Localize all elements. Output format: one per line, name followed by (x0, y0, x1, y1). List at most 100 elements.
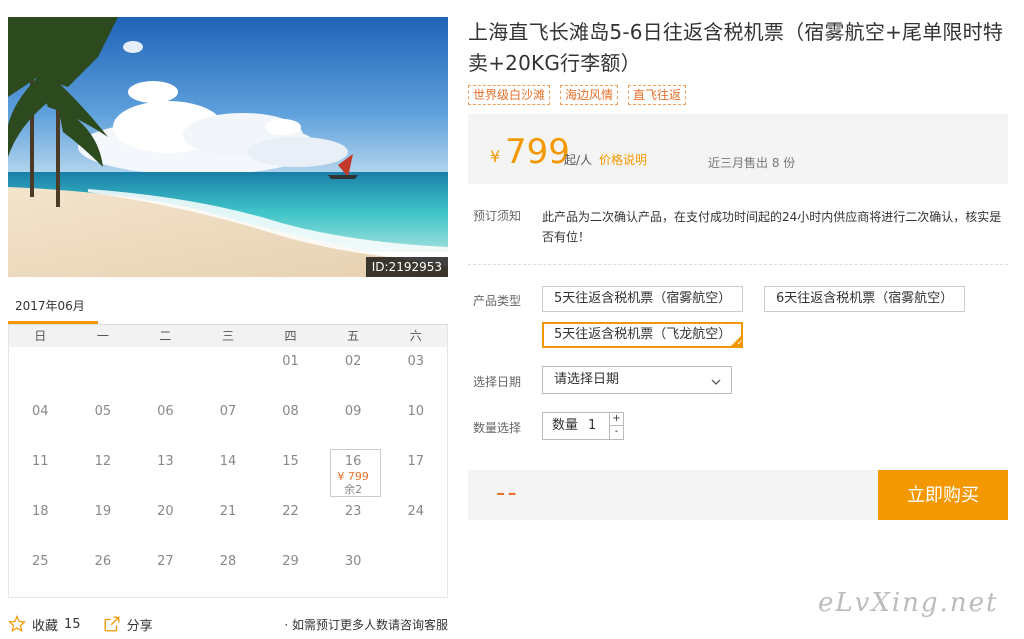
day-number: 29 (282, 554, 299, 569)
calendar-header: 2017年06月 (8, 295, 448, 325)
day-number: 11 (32, 454, 49, 469)
day-number: 13 (157, 454, 174, 469)
calendar-day[interactable]: 26 (72, 547, 135, 597)
right-column: 上海直飞长滩岛5-6日往返含税机票（宿雾航空+尾单限时特卖+20KG行李额） 世… (468, 17, 1008, 520)
calendar-day[interactable]: 18 (9, 497, 72, 547)
calendar-day[interactable]: 10 (384, 397, 447, 447)
calendar-day[interactable]: 28 (197, 547, 260, 597)
product-image[interactable]: ID:2192953 (8, 17, 448, 277)
quantity-label: 数量选择 (473, 421, 522, 435)
calendar-day[interactable]: 02 (322, 347, 385, 397)
day-number: 07 (219, 404, 237, 419)
price-amount: 799 (505, 132, 570, 172)
calendar-day[interactable]: 21 (197, 497, 260, 547)
chevron-down-icon (711, 379, 721, 385)
day-number: 16 (344, 454, 362, 469)
price-unit: 起/人 (564, 153, 593, 167)
share-icon (104, 616, 119, 632)
weekday-label: 五 (347, 329, 360, 343)
day-number: 15 (282, 454, 299, 469)
date-select[interactable]: 请选择日期 (542, 366, 732, 394)
weekday-label: 六 (409, 329, 422, 343)
product-tag: 海边风情 (560, 85, 619, 105)
product-type-option-2[interactable]: 6天往返含税机票（宿雾航空） (764, 286, 966, 312)
calendar-day (134, 347, 197, 397)
calendar-day[interactable]: 23 (322, 497, 385, 547)
weekday-label: 四 (284, 329, 297, 343)
calendar-day[interactable]: 20 (134, 497, 197, 547)
calendar-month-tab[interactable]: 2017年06月 (8, 294, 98, 324)
calendar-day[interactable]: 27 (134, 547, 197, 597)
favorite-button[interactable]: 收藏 15 (8, 615, 81, 634)
price-explanation-link[interactable]: 价格说明 (599, 151, 647, 168)
share-label: 分享 (126, 618, 153, 634)
product-type-option-1[interactable]: 5天往返含税机票（宿雾航空） (542, 286, 744, 312)
calendar-day[interactable]: 08 (259, 397, 322, 447)
consult-note: · 如需预订更多人数请咨询客服 (284, 617, 448, 632)
favorite-count: 15 (64, 616, 81, 632)
calendar-day[interactable]: 25 (9, 547, 72, 597)
calendar-day[interactable]: 29 (259, 547, 322, 597)
quantity-stepper: 数量 1 + - (542, 412, 624, 440)
day-number: 20 (157, 504, 174, 519)
day-number: 28 (219, 554, 237, 569)
calendar-day[interactable]: 05 (72, 397, 135, 447)
selected-check-icon (730, 335, 743, 348)
product-tag: 直飞往返 (628, 85, 687, 105)
left-column: ID:2192953 2017年06月 日 一 二 三 四 五 六 01 02 03 04 05 06… (8, 17, 448, 598)
notice-label: 预订须知 (473, 209, 522, 223)
date-select-value: 请选择日期 (554, 372, 620, 387)
currency-symbol: ¥ (490, 147, 501, 166)
share-button[interactable]: 分享 (103, 615, 153, 634)
calendar-grid: 01 02 03 04 05 06 07 08 09 10 11 12 13 14 15 16 ¥ 799 余2 1… (9, 347, 447, 597)
calendar-day[interactable]: 17 (384, 447, 447, 497)
watermark: eLvXing.net (818, 588, 999, 618)
day-number: 24 (407, 504, 424, 519)
weekday-label: 日 (34, 329, 47, 343)
day-number: 02 (344, 354, 362, 369)
calendar-day[interactable]: 07 (197, 397, 260, 447)
calendar-day[interactable]: 22 (259, 497, 322, 547)
calendar-day[interactable]: 06 (134, 397, 197, 447)
product-type-option-3[interactable]: 5天往返含税机票（飞龙航空） (542, 322, 744, 348)
calendar-day[interactable]: 12 (72, 447, 135, 497)
checkout-bar: -- 立即购买 (468, 470, 1008, 520)
day-number: 14 (219, 454, 237, 469)
product-title: 上海直飞长滩岛5-6日往返含税机票（宿雾航空+尾单限时特卖+20KG行李额） (468, 20, 1004, 75)
notice-text: 此产品为二次确认产品，在支付成功时间起的24小时内供应商将进行二次确认，核实是否… (542, 210, 1002, 244)
favorite-label: 收藏 (32, 618, 59, 634)
calendar-day (197, 347, 260, 397)
weekday-label: 一 (96, 329, 109, 343)
day-number: 26 (94, 554, 112, 569)
star-icon (8, 615, 26, 632)
buy-now-button[interactable]: 立即购买 (878, 470, 1008, 520)
calendar-day[interactable]: 03 (384, 347, 447, 397)
day-number: 12 (94, 454, 112, 469)
day-number: 30 (344, 554, 362, 569)
calendar-day[interactable]: 09 (322, 397, 385, 447)
day-number: 21 (219, 504, 237, 519)
day-number: 23 (344, 504, 362, 519)
calendar-day[interactable]: 14 (197, 447, 260, 497)
calendar-day (72, 347, 135, 397)
calendar-day[interactable]: 01 (259, 347, 322, 397)
product-type-label: 产品类型 (473, 294, 522, 308)
divider (468, 264, 1008, 265)
product-type-option-3-label: 5天往返含税机票（飞龙航空） (554, 327, 732, 342)
day-number: 10 (407, 404, 424, 419)
quantity-value[interactable]: 1 (588, 413, 596, 439)
calendar-day[interactable]: 24 (384, 497, 447, 547)
quantity-minus-button[interactable]: - (609, 426, 623, 439)
day-number: 19 (94, 504, 112, 519)
calendar-day[interactable]: 13 (134, 447, 197, 497)
calendar-day[interactable]: 16 ¥ 799 余2 (322, 447, 385, 497)
day-number: 04 (32, 404, 49, 419)
calendar-day[interactable]: 30 (322, 547, 385, 597)
calendar-day[interactable]: 15 (259, 447, 322, 497)
bottom-bar: 收藏 15 分享 · 如需预订更多人数请咨询客服 (8, 612, 448, 636)
calendar-day[interactable]: 11 (9, 447, 72, 497)
calendar-day[interactable]: 19 (72, 497, 135, 547)
quantity-plus-button[interactable]: + (609, 413, 623, 426)
calendar-day[interactable]: 04 (9, 397, 72, 447)
calendar-day (384, 547, 447, 597)
